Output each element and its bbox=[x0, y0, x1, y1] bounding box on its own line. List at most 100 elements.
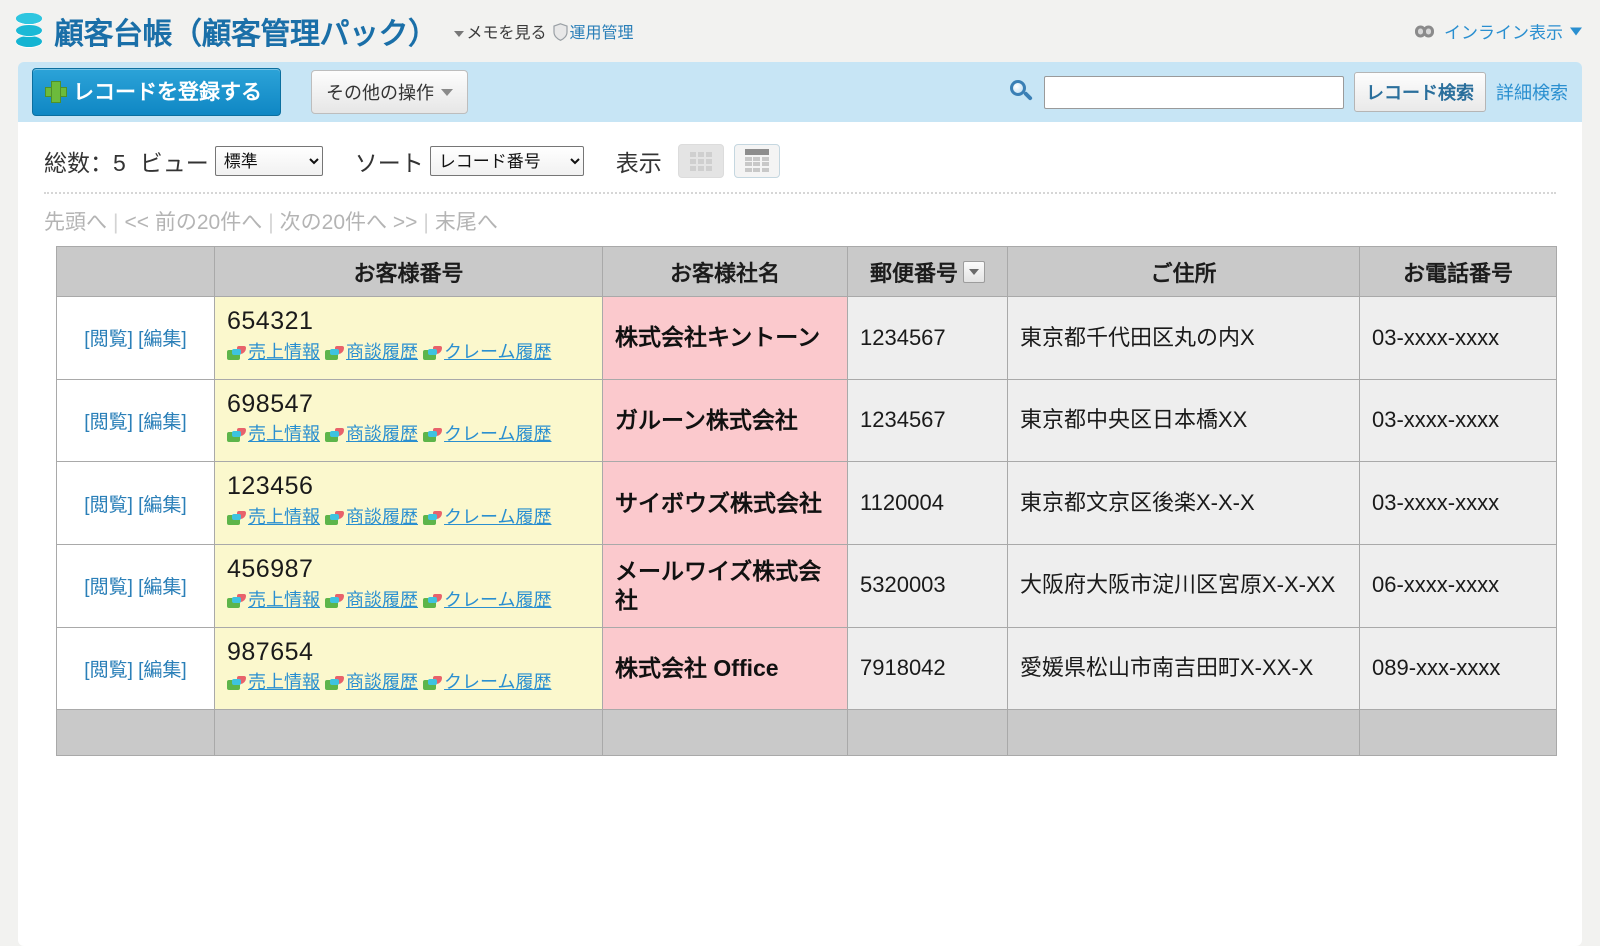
sub-link-0[interactable]: 売上情報 bbox=[248, 590, 320, 610]
sub-link-1[interactable]: 商談履歴 bbox=[346, 424, 418, 444]
admin-link-wrap[interactable]: 運用管理 bbox=[552, 19, 634, 43]
memo-link[interactable]: メモを見る bbox=[467, 25, 547, 42]
app-mini-icon bbox=[325, 345, 345, 360]
inline-display-toggle[interactable]: インライン表示 bbox=[1415, 19, 1582, 44]
edit-record-link[interactable]: [編集] bbox=[138, 329, 187, 350]
customer-number-value: 987654 bbox=[227, 637, 314, 666]
related-app-links: 売上情報 商談履歴 クレーム履歴 bbox=[227, 504, 592, 532]
telephone-cell: 03-xxxx-xxxx bbox=[1359, 378, 1557, 463]
telephone-value: 03-xxxx-xxxx bbox=[1372, 489, 1500, 515]
edit-record-link[interactable]: [編集] bbox=[138, 412, 187, 433]
view-record-link[interactable]: [閲覧] bbox=[84, 412, 133, 433]
record-table: お客様番号 お客様社名 郵便番号 ご住所 お電話番号 [閲覧] [編集] 6543… bbox=[56, 246, 1557, 757]
address-value: 大阪府大阪市淀川区宮原X-X-XX bbox=[1020, 572, 1336, 598]
sub-link-2[interactable]: クレーム履歴 bbox=[444, 342, 551, 362]
pager-first[interactable]: 先頭へ bbox=[44, 211, 107, 234]
company-name-cell: ガルーン株式会社 bbox=[602, 378, 848, 463]
pager-next[interactable]: 次の20件へ >> bbox=[280, 211, 418, 234]
sub-link-2[interactable]: クレーム履歴 bbox=[444, 590, 551, 610]
telephone-value: 03-xxxx-xxxx bbox=[1372, 407, 1500, 433]
zip-value: 5320003 bbox=[860, 572, 946, 598]
app-mini-icon bbox=[227, 345, 246, 360]
search-area: レコード検索 詳細検索 bbox=[1008, 72, 1568, 112]
record-search-button[interactable]: レコード検索 bbox=[1354, 72, 1486, 112]
zip-cell: 1120004 bbox=[847, 461, 1008, 545]
zip-cell: 1234567 bbox=[847, 296, 1008, 380]
app-mini-icon bbox=[325, 511, 345, 526]
app-mini-icon bbox=[325, 676, 345, 691]
address-cell: 愛媛県松山市南吉田町X-XX-X bbox=[1007, 626, 1360, 711]
chevron-down-icon bbox=[453, 30, 464, 37]
sort-select[interactable]: レコード番号 bbox=[429, 146, 584, 176]
col-header-customer-number[interactable]: お客様番号 bbox=[214, 246, 603, 297]
shield-icon bbox=[552, 23, 568, 41]
address-cell: 東京都千代田区丸の内X bbox=[1007, 296, 1360, 380]
address-value: 東京都文京区後楽X-X-X bbox=[1020, 489, 1255, 515]
col-header-actions bbox=[56, 246, 215, 297]
sub-link-0[interactable]: 売上情報 bbox=[248, 672, 320, 692]
related-app-links: 売上情報 商談履歴 クレーム履歴 bbox=[227, 587, 592, 615]
sub-link-1[interactable]: 商談履歴 bbox=[346, 507, 418, 527]
edit-record-link[interactable]: [編集] bbox=[138, 660, 187, 681]
card-view-icon[interactable] bbox=[677, 144, 724, 178]
pagination: 先頭へ | << 前の20件へ | 次の20件へ >> | 末尾へ bbox=[44, 211, 498, 234]
app-header: 顧客台帳（顧客管理パック） メモを見る 運用管理 インライン表示 bbox=[0, 0, 1600, 62]
sub-link-0[interactable]: 売上情報 bbox=[248, 424, 320, 444]
sub-link-2[interactable]: クレーム履歴 bbox=[444, 507, 551, 527]
edit-record-link[interactable]: [編集] bbox=[138, 577, 187, 598]
chevron-down-icon bbox=[441, 88, 453, 96]
view-record-link[interactable]: [閲覧] bbox=[84, 577, 133, 598]
pager-last[interactable]: 末尾へ bbox=[435, 211, 498, 234]
address-value: 東京都千代田区丸の内X bbox=[1020, 324, 1255, 350]
search-icon bbox=[1008, 79, 1034, 105]
col-header-zip[interactable]: 郵便番号 bbox=[847, 246, 1008, 297]
col-header-address[interactable]: ご住所 bbox=[1007, 246, 1360, 297]
view-record-link[interactable]: [閲覧] bbox=[84, 660, 133, 681]
plus-icon bbox=[45, 81, 67, 103]
zip-value: 7918042 bbox=[860, 655, 946, 681]
sub-link-0[interactable]: 売上情報 bbox=[248, 507, 320, 527]
zip-cell: 7918042 bbox=[847, 626, 1008, 711]
pager-prev[interactable]: << 前の20件へ bbox=[124, 211, 262, 234]
view-select[interactable]: 標準 bbox=[214, 146, 323, 176]
telephone-cell: 03-xxxx-xxxx bbox=[1359, 296, 1557, 380]
zip-cell: 1234567 bbox=[847, 378, 1008, 463]
table-row: [閲覧] [編集] 456987 売上情報 商談履歴 クレーム履歴 メールワイズ株式会… bbox=[56, 543, 1557, 628]
table-view-icon[interactable] bbox=[733, 144, 780, 178]
telephone-cell: 06-xxxx-xxxx bbox=[1359, 543, 1557, 628]
table-row: [閲覧] [編集] 698547 売上情報 商談履歴 クレーム履歴 ガルーン株式会社 1… bbox=[56, 378, 1557, 463]
search-input[interactable] bbox=[1044, 75, 1344, 109]
app-mini-icon bbox=[423, 345, 443, 360]
edit-record-link[interactable]: [編集] bbox=[138, 495, 187, 516]
view-record-link[interactable]: [閲覧] bbox=[84, 495, 133, 516]
view-record-link[interactable]: [閲覧] bbox=[84, 329, 133, 350]
sub-link-0[interactable]: 売上情報 bbox=[248, 342, 320, 362]
admin-link[interactable]: 運用管理 bbox=[570, 25, 634, 42]
col-header-company-name[interactable]: お客様社名 bbox=[602, 246, 848, 297]
customer-number-value: 654321 bbox=[227, 307, 314, 335]
address-value: 愛媛県松山市南吉田町X-XX-X bbox=[1020, 655, 1314, 681]
sub-link-1[interactable]: 商談履歴 bbox=[346, 590, 418, 610]
sub-link-1[interactable]: 商談履歴 bbox=[346, 672, 418, 692]
sub-link-1[interactable]: 商談履歴 bbox=[346, 342, 418, 362]
other-actions-button[interactable]: その他の操作 bbox=[311, 70, 468, 114]
add-record-button[interactable]: レコードを登録する bbox=[32, 68, 281, 116]
customer-number-cell: 123456 売上情報 商談履歴 クレーム履歴 bbox=[214, 461, 603, 545]
app-mini-icon bbox=[227, 428, 246, 443]
display-label: 表示 bbox=[615, 150, 662, 176]
memo-link-wrap[interactable]: メモを見る bbox=[453, 19, 547, 43]
company-name-value: メールワイズ株式会社 bbox=[615, 557, 822, 613]
row-actions-cell: [閲覧] [編集] bbox=[56, 626, 215, 711]
sub-link-2[interactable]: クレーム履歴 bbox=[444, 672, 551, 692]
sub-link-2[interactable]: クレーム履歴 bbox=[444, 424, 551, 444]
zip-value: 1234567 bbox=[860, 407, 946, 433]
customer-number-cell: 698547 売上情報 商談履歴 クレーム履歴 bbox=[214, 378, 603, 463]
company-name-cell: 株式会社 Office bbox=[602, 626, 848, 711]
table-row: [閲覧] [編集] 654321 売上情報 商談履歴 クレーム履歴 株式会社キントーン… bbox=[56, 296, 1557, 380]
customer-number-value: 123456 bbox=[227, 472, 314, 501]
chevron-down-icon[interactable] bbox=[963, 260, 985, 283]
col-header-telephone[interactable]: お電話番号 bbox=[1359, 246, 1557, 297]
advanced-search-link[interactable]: 詳細検索 bbox=[1496, 79, 1568, 105]
customer-number-value: 698547 bbox=[227, 389, 314, 418]
table-header: お客様番号 お客様社名 郵便番号 ご住所 お電話番号 bbox=[56, 246, 1557, 297]
